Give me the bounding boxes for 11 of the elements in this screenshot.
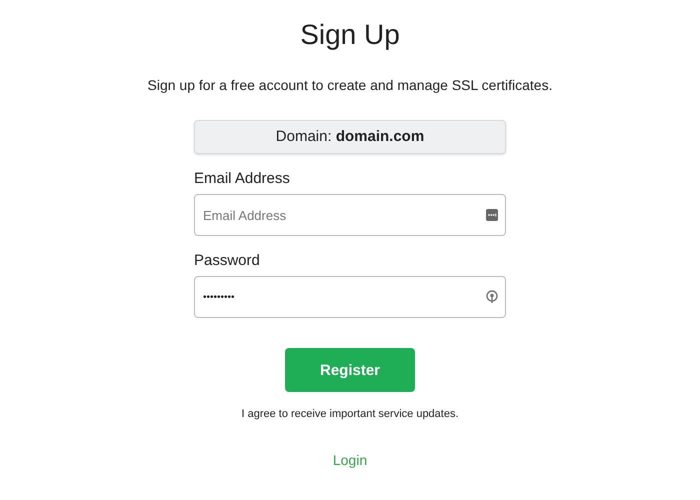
field-label: Password bbox=[194, 252, 260, 270]
subtitle: Sign up for a free account to create and manage SSL certificates. bbox=[148, 76, 552, 94]
field-label: Email Address bbox=[194, 170, 290, 188]
agreement-text: I agree to receive important service updates. bbox=[241, 408, 459, 420]
email-field[interactable]: Email Address bbox=[194, 194, 506, 236]
page-title: Sign Up bbox=[300, 18, 400, 52]
register-button[interactable]: Register bbox=[285, 348, 415, 392]
password-field[interactable]: ••••••••• bbox=[194, 276, 506, 318]
login-link[interactable]: Login bbox=[332, 452, 368, 468]
domain-banner: Domain: domain.com bbox=[194, 120, 506, 154]
autofill-icon[interactable] bbox=[486, 209, 498, 221]
